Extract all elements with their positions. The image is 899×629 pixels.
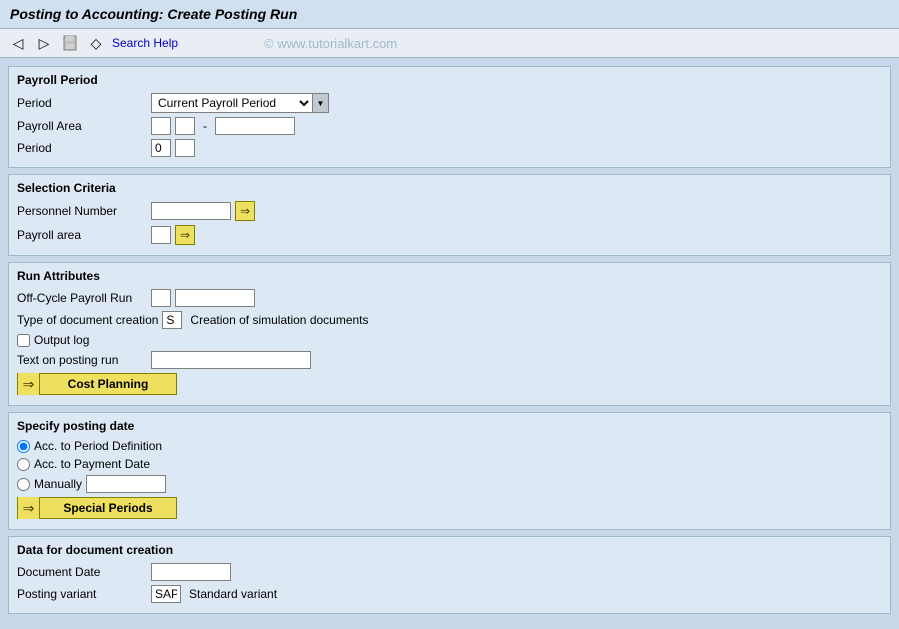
specify-posting-date-title: Specify posting date (17, 419, 882, 433)
watermark: © www.tutorialkart.com (264, 36, 397, 51)
posting-variant-label: Posting variant (17, 587, 147, 601)
personnel-number-row: Personnel Number ⇒ (17, 201, 882, 221)
output-log-label: Output log (34, 333, 89, 347)
main-content: Payroll Period Period Current Payroll Pe… (0, 58, 899, 622)
period-label: Period (17, 96, 147, 110)
cost-planning-row: ⇒ Cost Planning (17, 373, 882, 395)
selection-criteria-title: Selection Criteria (17, 181, 882, 195)
payroll-area-input1[interactable] (151, 117, 171, 135)
off-cycle-input2[interactable] (175, 289, 255, 307)
period-input1[interactable] (151, 139, 171, 157)
posting-variant-description: Standard variant (189, 587, 277, 601)
special-periods-label: Special Periods (40, 501, 176, 515)
period-dropdown-container[interactable]: Current Payroll Period ▼ (151, 93, 329, 113)
payroll-period-title: Payroll Period (17, 73, 882, 87)
output-log-checkbox[interactable] (17, 334, 30, 347)
option3-row: Manually (17, 475, 882, 493)
payroll-area-selection-input[interactable] (151, 226, 171, 244)
option2-label: Acc. to Payment Date (34, 457, 150, 471)
payroll-area-input3[interactable] (215, 117, 295, 135)
payroll-period-section: Payroll Period Period Current Payroll Pe… (8, 66, 891, 168)
payroll-area-nav-button[interactable]: ⇒ (175, 225, 195, 245)
forward-icon[interactable]: ▷ (34, 33, 54, 53)
period2-row: Period (17, 139, 882, 157)
text-posting-input[interactable] (151, 351, 311, 369)
off-cycle-label: Off-Cycle Payroll Run (17, 291, 147, 305)
payroll-area-selection-row: Payroll area ⇒ (17, 225, 882, 245)
search-help-diamond-icon[interactable]: ◇ (86, 33, 106, 53)
option1-radio[interactable] (17, 440, 30, 453)
special-periods-arrow-icon: ⇒ (18, 497, 40, 519)
doc-type-input[interactable] (162, 311, 182, 329)
doc-type-description: Creation of simulation documents (190, 313, 368, 327)
save-icon[interactable] (60, 33, 80, 53)
option3-radio[interactable] (17, 478, 30, 491)
off-cycle-row: Off-Cycle Payroll Run (17, 289, 882, 307)
posting-variant-input[interactable] (151, 585, 181, 603)
off-cycle-input1[interactable] (151, 289, 171, 307)
personnel-number-label: Personnel Number (17, 204, 147, 218)
cost-planning-button[interactable]: ⇒ Cost Planning (17, 373, 177, 395)
text-posting-label: Text on posting run (17, 353, 147, 367)
search-help-link[interactable]: Search Help (112, 36, 178, 50)
period-dropdown[interactable]: Current Payroll Period (152, 94, 312, 112)
output-log-row: Output log (17, 333, 882, 347)
posting-variant-row: Posting variant Standard variant (17, 585, 882, 603)
payroll-area-input2[interactable] (175, 117, 195, 135)
payroll-area-label: Payroll Area (17, 119, 147, 133)
option2-radio[interactable] (17, 458, 30, 471)
option1-label: Acc. to Period Definition (34, 439, 162, 453)
special-periods-button[interactable]: ⇒ Special Periods (17, 497, 177, 519)
cost-planning-label: Cost Planning (40, 377, 176, 391)
personnel-number-nav-button[interactable]: ⇒ (235, 201, 255, 221)
text-posting-row: Text on posting run (17, 351, 882, 369)
personnel-number-input[interactable] (151, 202, 231, 220)
option1-row: Acc. to Period Definition (17, 439, 882, 453)
period-dropdown-arrow-icon[interactable]: ▼ (312, 94, 328, 112)
selection-criteria-section: Selection Criteria Personnel Number ⇒ Pa… (8, 174, 891, 256)
document-date-label: Document Date (17, 565, 147, 579)
document-date-input[interactable] (151, 563, 231, 581)
option2-row: Acc. to Payment Date (17, 457, 882, 471)
payroll-area-row: Payroll Area - (17, 117, 882, 135)
back-icon[interactable]: ◁ (8, 33, 28, 53)
title-bar: Posting to Accounting: Create Posting Ru… (0, 0, 899, 29)
payroll-area-separator: - (203, 119, 207, 133)
run-attributes-section: Run Attributes Off-Cycle Payroll Run Typ… (8, 262, 891, 406)
period-input2[interactable] (175, 139, 195, 157)
payroll-area-selection-label: Payroll area (17, 228, 147, 242)
toolbar: ◁ ▷ ◇ Search Help © www.tutorialkart.com (0, 29, 899, 58)
data-document-creation-title: Data for document creation (17, 543, 882, 557)
page-title: Posting to Accounting: Create Posting Ru… (10, 6, 297, 22)
manually-input[interactable] (86, 475, 166, 493)
doc-type-row: Type of document creation Creation of si… (17, 311, 882, 329)
run-attributes-title: Run Attributes (17, 269, 882, 283)
doc-type-label: Type of document creation (17, 313, 158, 327)
specify-posting-date-section: Specify posting date Acc. to Period Defi… (8, 412, 891, 530)
data-document-creation-section: Data for document creation Document Date… (8, 536, 891, 614)
period2-label: Period (17, 141, 147, 155)
option3-label: Manually (34, 477, 82, 491)
document-date-row: Document Date (17, 563, 882, 581)
cost-planning-arrow-icon: ⇒ (18, 373, 40, 395)
period-row: Period Current Payroll Period ▼ (17, 93, 882, 113)
special-periods-row: ⇒ Special Periods (17, 497, 882, 519)
